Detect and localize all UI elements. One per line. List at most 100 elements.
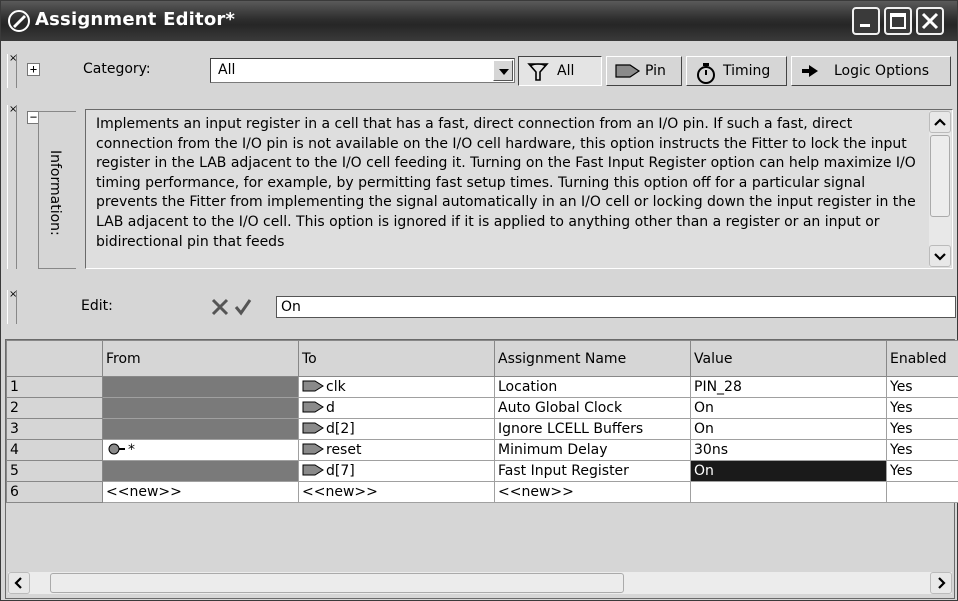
horizontal-scroll-thumb[interactable] [50, 573, 624, 593]
table-row[interactable]: 5 d[7] Fast Input Register On Yes [6, 460, 958, 482]
chevron-down-icon [934, 253, 946, 261]
filter-all-button[interactable]: All [518, 56, 602, 86]
information-description: Implements an input register in a cell t… [96, 116, 916, 250]
arrow-icon [800, 62, 822, 84]
assignment-name-cell[interactable]: Minimum Delay [494, 439, 691, 461]
to-node: d[2] [326, 421, 355, 437]
table-row[interactable]: 1 clk Location PIN_28 Yes [6, 376, 958, 398]
from-cell[interactable] [102, 418, 299, 440]
row-number[interactable]: 3 [6, 418, 103, 440]
assignment-name-cell[interactable]: Ignore LCELL Buffers [494, 418, 691, 440]
close-icon [921, 12, 939, 30]
pin-icon [302, 464, 324, 476]
from-cell[interactable]: <<new>> [102, 481, 299, 503]
cancel-edit-icon[interactable] [210, 298, 230, 320]
node-icon [108, 443, 125, 455]
edit-input[interactable]: On [276, 296, 956, 318]
from-cell[interactable] [102, 397, 299, 419]
value-cell[interactable]: On [690, 397, 887, 419]
chevron-down-icon[interactable] [493, 60, 513, 81]
close-button[interactable] [916, 7, 944, 35]
scroll-thumb[interactable] [930, 135, 950, 217]
column-header-to[interactable]: To [298, 340, 495, 377]
from-node: * [128, 442, 135, 458]
table-row[interactable]: 4 * reset Minimum Delay 30ns Yes [6, 439, 958, 461]
filter-logic-options-button[interactable]: Logic Options [791, 56, 951, 86]
information-scrollbar[interactable] [929, 111, 951, 267]
edit-toolbar: × Edit: On [5, 286, 956, 326]
filter-timing-button[interactable]: Timing [686, 56, 787, 86]
chevron-right-icon [938, 577, 946, 589]
scroll-left-button[interactable] [8, 572, 30, 594]
to-node: d [326, 400, 335, 416]
value-cell[interactable]: On [690, 418, 887, 440]
from-cell[interactable] [102, 376, 299, 398]
scroll-down-button[interactable] [929, 245, 951, 267]
scroll-right-button[interactable] [930, 572, 952, 594]
value-cell[interactable] [690, 481, 887, 503]
panel-grip[interactable]: × [7, 105, 17, 269]
row-number[interactable]: 2 [6, 397, 103, 419]
table-header-row: From To Assignment Name Value Enabled [6, 340, 958, 377]
chevron-left-icon [14, 577, 22, 589]
column-header-enabled[interactable]: Enabled [886, 340, 958, 377]
enabled-cell[interactable]: Yes [886, 439, 958, 461]
edit-value: On [281, 299, 301, 315]
scroll-up-button[interactable] [929, 111, 951, 133]
edit-grip[interactable]: × [7, 290, 17, 324]
title-bar[interactable]: Assignment Editor* [1, 1, 957, 41]
expand-icon[interactable]: + [27, 63, 40, 76]
enabled-cell[interactable]: Yes [886, 460, 958, 482]
row-number[interactable]: 6 [6, 481, 103, 503]
toolbar-grip[interactable]: × [7, 54, 17, 88]
to-cell[interactable]: d [298, 397, 495, 419]
assignment-name-cell[interactable]: Fast Input Register [494, 460, 691, 482]
from-cell[interactable]: * [102, 439, 299, 461]
row-number[interactable]: 5 [6, 460, 103, 482]
table-row-new[interactable]: 6 <<new>> <<new>> <<new>> [6, 481, 958, 503]
assignment-table: From To Assignment Name Value Enabled 1 … [6, 340, 958, 503]
pin-icon [302, 401, 324, 413]
value-cell[interactable]: 30ns [690, 439, 887, 461]
close-toolbar-icon[interactable]: × [9, 54, 17, 64]
enabled-cell[interactable] [886, 481, 958, 503]
category-select[interactable]: All [210, 58, 515, 83]
row-number[interactable]: 4 [6, 439, 103, 461]
column-header-rownum[interactable] [6, 340, 103, 377]
column-header-from[interactable]: From [102, 340, 299, 377]
maximize-button[interactable] [884, 7, 912, 35]
table-row[interactable]: 3 d[2] Ignore LCELL Buffers On Yes [6, 418, 958, 440]
category-label: Category: [83, 61, 151, 77]
to-cell[interactable]: d[7] [298, 460, 495, 482]
column-header-value[interactable]: Value [690, 340, 887, 377]
window-title: Assignment Editor* [35, 9, 236, 30]
table-row[interactable]: 2 d Auto Global Clock On Yes [6, 397, 958, 419]
enabled-cell[interactable]: Yes [886, 418, 958, 440]
pin-icon [615, 62, 641, 84]
filter-pin-button[interactable]: Pin [606, 56, 682, 86]
to-node: clk [326, 379, 346, 395]
column-header-assignment-name[interactable]: Assignment Name [494, 340, 691, 377]
to-cell[interactable]: clk [298, 376, 495, 398]
information-text-box[interactable]: Implements an input register in a cell t… [85, 109, 953, 269]
close-edit-bar-icon[interactable]: × [9, 290, 17, 300]
to-cell[interactable]: d[2] [298, 418, 495, 440]
minimize-icon [860, 24, 870, 27]
enabled-cell[interactable]: Yes [886, 376, 958, 398]
close-panel-icon[interactable]: × [9, 105, 17, 115]
accept-edit-icon[interactable] [233, 298, 253, 320]
row-number[interactable]: 1 [6, 376, 103, 398]
horizontal-scrollbar[interactable] [8, 572, 952, 594]
value-cell-selected[interactable]: On [690, 460, 887, 482]
to-cell[interactable]: reset [298, 439, 495, 461]
edit-label: Edit: [81, 298, 113, 314]
to-cell[interactable]: <<new>> [298, 481, 495, 503]
assignment-name-cell[interactable]: <<new>> [494, 481, 691, 503]
value-cell[interactable]: PIN_28 [690, 376, 887, 398]
to-node: d[7] [326, 463, 355, 479]
minimize-button[interactable] [852, 7, 880, 35]
enabled-cell[interactable]: Yes [886, 397, 958, 419]
from-cell[interactable] [102, 460, 299, 482]
assignment-name-cell[interactable]: Location [494, 376, 691, 398]
assignment-name-cell[interactable]: Auto Global Clock [494, 397, 691, 419]
